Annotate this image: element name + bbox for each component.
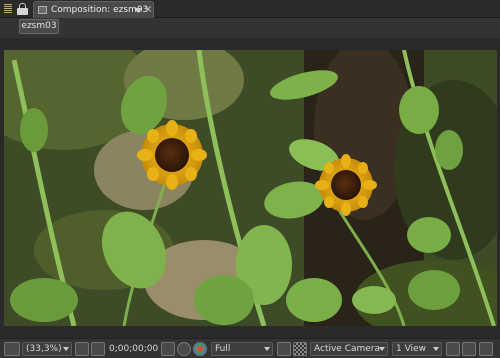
transparency-grid-icon[interactable] [293, 342, 307, 356]
tab-composition[interactable]: Composition: ezsm03 × [33, 1, 154, 18]
composition-name-button[interactable]: ezsm03 [19, 19, 59, 34]
always-preview-icon[interactable] [4, 342, 20, 356]
current-time-field[interactable]: 0;00;00;00 [109, 342, 159, 356]
camera-snapshot-icon[interactable] [161, 342, 175, 356]
timeline-icon[interactable] [479, 342, 493, 356]
chevron-down-icon [63, 347, 69, 351]
close-icon[interactable]: × [144, 4, 152, 15]
title-action-safe-icon[interactable] [75, 342, 89, 356]
camera-view-value: Active Camera [314, 344, 381, 354]
color-channels-icon[interactable] [193, 342, 207, 356]
chevron-down-icon [433, 347, 439, 351]
magnification-dropdown[interactable]: (33,3%) [22, 342, 72, 356]
mask-visibility-icon[interactable] [91, 342, 105, 356]
resolution-dropdown[interactable]: Full [211, 342, 273, 356]
region-of-interest-icon[interactable] [277, 342, 291, 356]
sunflower-footage-image [4, 50, 497, 326]
composition-viewer[interactable] [0, 38, 500, 338]
panel-tab-bar: Composition: ezsm03 × [0, 0, 500, 18]
composition-nav-bar: ezsm03 [0, 18, 500, 38]
show-snapshot-icon[interactable] [177, 342, 191, 356]
fast-previews-icon[interactable] [462, 342, 476, 356]
viewer-toolbar: (33,3%) 0;00;00;00 Full Active Camera 1 … [0, 338, 500, 358]
magnification-value: (33,3%) [26, 344, 62, 354]
chevron-down-icon [379, 347, 385, 351]
toggle-pixel-aspect-icon[interactable] [446, 342, 460, 356]
preview-frame[interactable] [4, 50, 497, 326]
lock-icon[interactable] [17, 3, 28, 15]
composition-icon [38, 6, 47, 14]
resolution-value: Full [215, 344, 231, 354]
chevron-down-icon [264, 347, 270, 351]
camera-view-dropdown[interactable]: Active Camera [310, 342, 388, 356]
panel-grip-icon[interactable] [4, 4, 12, 13]
view-layout-dropdown[interactable]: 1 View [392, 342, 442, 356]
view-layout-value: 1 View [396, 344, 426, 354]
